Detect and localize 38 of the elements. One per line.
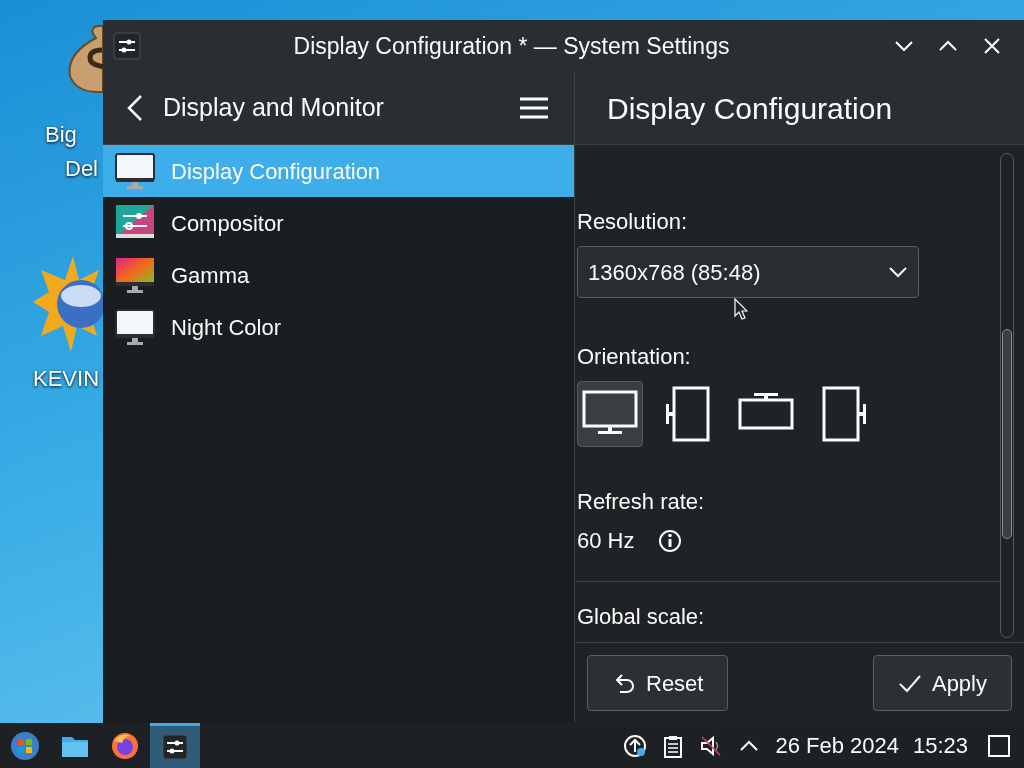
- refresh-rate-value: 60 Hz: [577, 527, 635, 555]
- window-title: Display Configuration * — System Settings: [292, 31, 731, 61]
- settings-app-icon: [113, 32, 141, 60]
- gamma-icon: [115, 256, 155, 294]
- chevron-left-icon[interactable]: [125, 93, 145, 123]
- sidebar-item[interactable]: Gamma: [103, 249, 574, 301]
- field-label: Resolution:: [577, 208, 689, 236]
- browser-icon: [110, 730, 140, 761]
- scrollbar-handle[interactable]: [1002, 329, 1012, 539]
- field-label: Refresh rate:: [577, 488, 706, 516]
- sidebar-item[interactable]: Compositor: [103, 197, 574, 249]
- info-icon[interactable]: [658, 528, 683, 553]
- orientation-button[interactable]: [577, 381, 643, 447]
- sidebar-title: Display and Monitor: [163, 92, 385, 124]
- clock-text[interactable]: 15:23: [912, 729, 968, 762]
- chevron-down-icon[interactable]: [888, 266, 908, 278]
- apply-button[interactable]: Apply: [872, 655, 1012, 711]
- desktop-icon-label: KEVIN: [33, 366, 100, 393]
- taskbar-app-button[interactable]: [150, 723, 200, 768]
- start-orb-icon: [10, 730, 40, 761]
- sidebar-item[interactable]: Night Color: [103, 301, 574, 353]
- monitor-icon: [115, 308, 155, 346]
- field-label: Global scale:: [577, 604, 706, 630]
- date-text[interactable]: 26 Feb 2024: [775, 729, 899, 762]
- field-label: Orientation:: [577, 343, 692, 371]
- menu-icon[interactable]: [519, 96, 549, 120]
- resolution-dropdown[interactable]: 1360x768 (85:48): [577, 246, 919, 298]
- money-bag-icon[interactable]: [66, 24, 103, 94]
- reset-button[interactable]: Reset: [587, 655, 729, 711]
- sun-globe-icon[interactable]: [33, 256, 103, 352]
- square-icon[interactable]: [987, 733, 1011, 758]
- settings-app-icon: [160, 732, 190, 762]
- desktop-icon-label: Del: [65, 156, 98, 183]
- page-title: Display Configuration: [607, 90, 893, 127]
- desktop-icon-label: Big: [45, 122, 77, 149]
- monitor-icon: [115, 152, 155, 190]
- update-icon[interactable]: [623, 733, 648, 758]
- mouse-pointer-icon: [734, 298, 748, 320]
